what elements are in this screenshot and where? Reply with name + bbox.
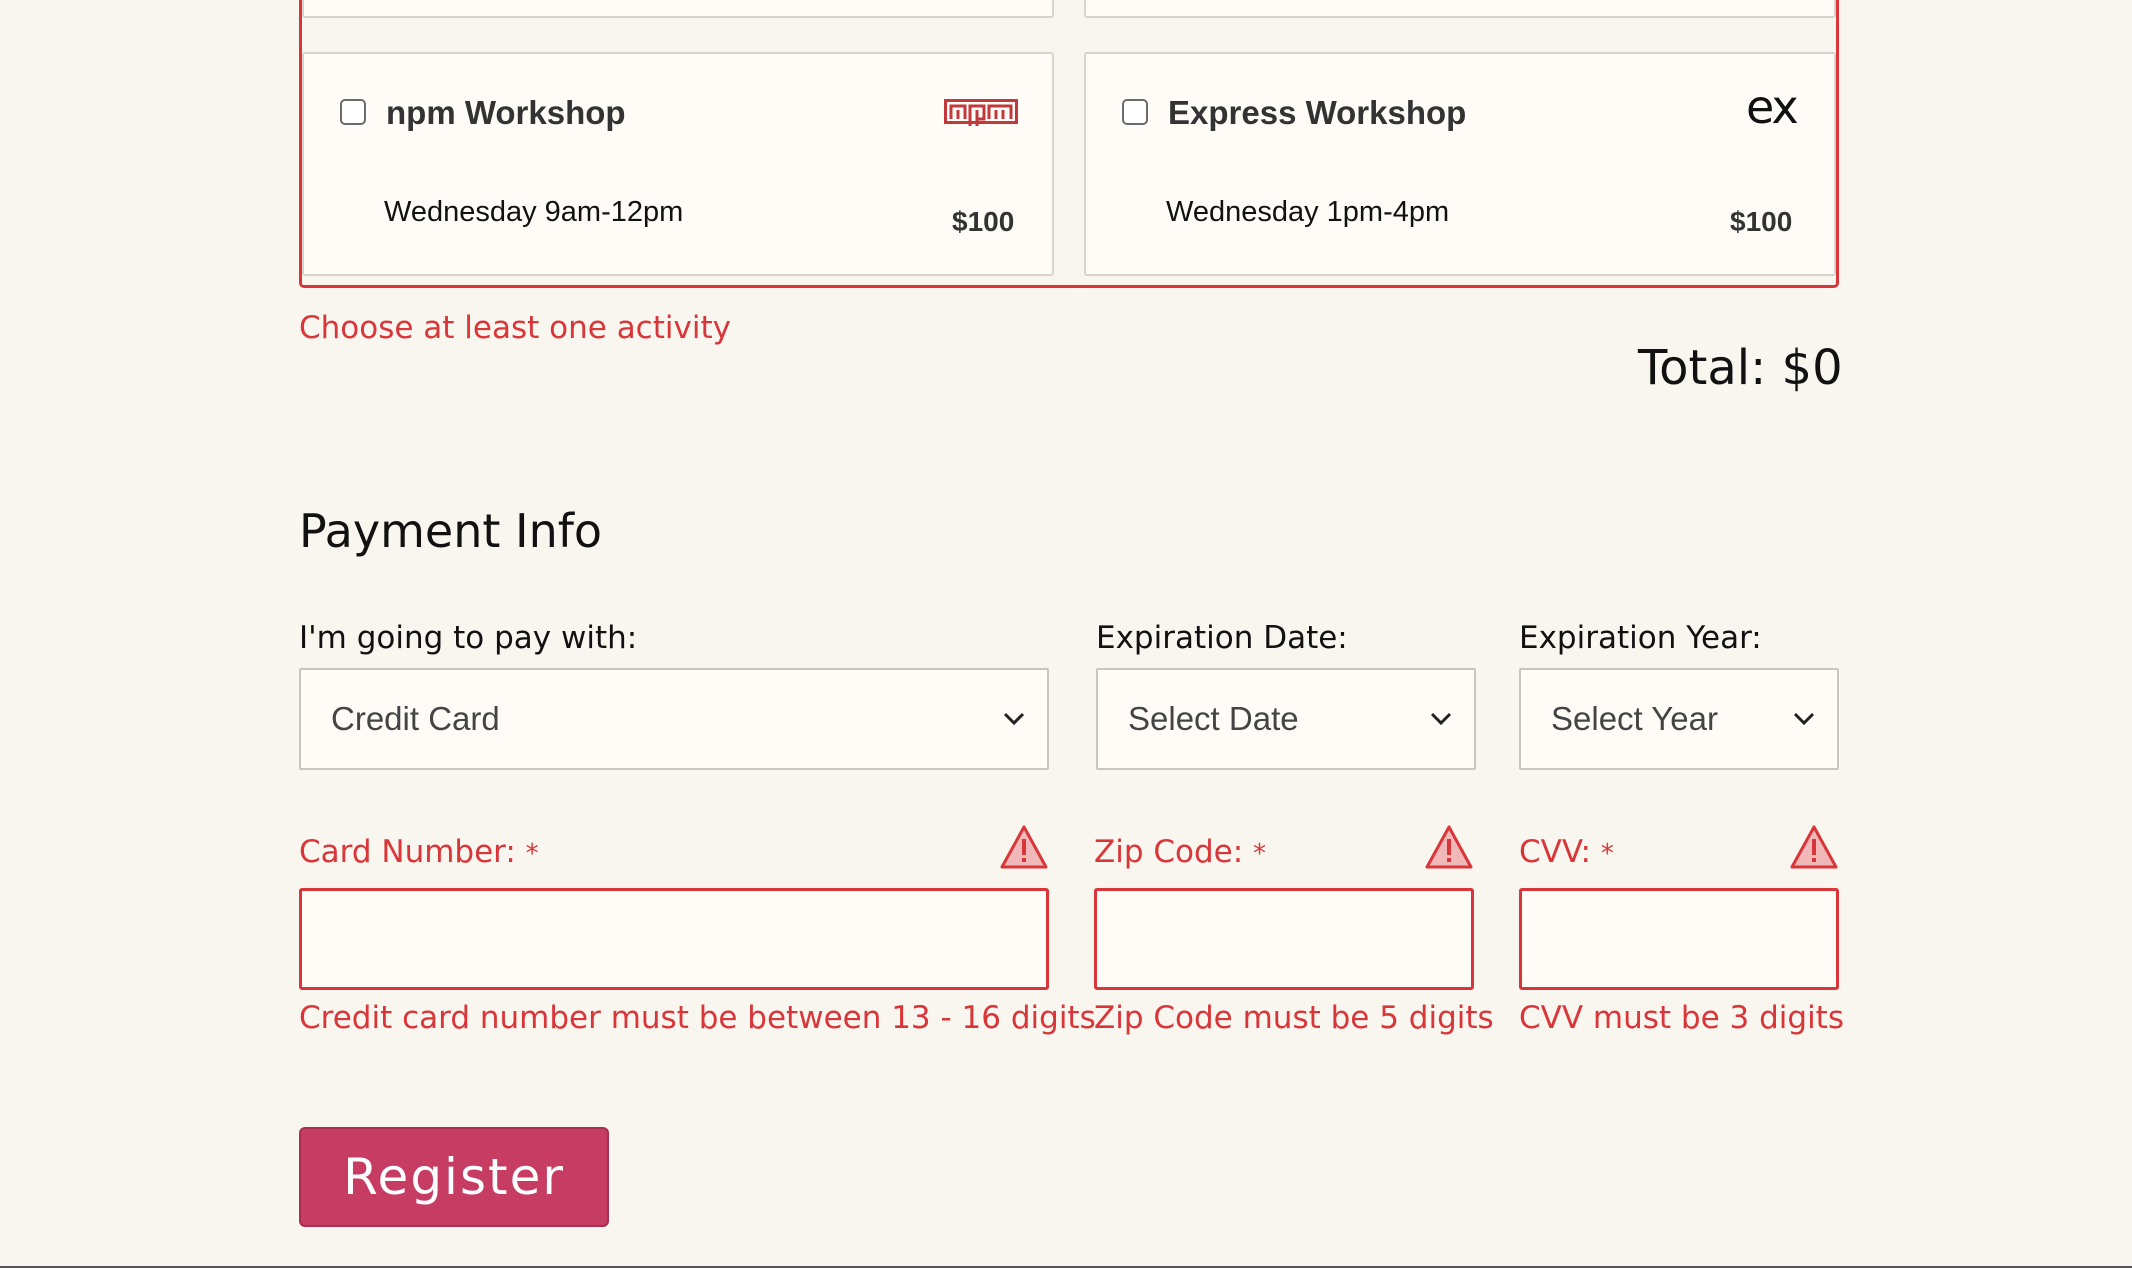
required-asterisk: * [1600,839,1614,869]
express-workshop-checkbox[interactable] [1122,99,1148,125]
activity-time: Wednesday 9am-12pm [384,196,684,228]
payment-method-select[interactable]: Credit Card [299,668,1049,770]
warning-icon [1425,825,1473,869]
activity-card-previous [1084,0,1836,18]
required-asterisk: * [1253,839,1267,869]
warning-icon [1000,825,1048,869]
activity-time: Wednesday 1pm-4pm [1166,196,1450,228]
exp-date-value: Select Date [1128,700,1299,737]
card-number-input[interactable] [299,888,1049,990]
exp-year-label: Expiration Year: [1519,620,1762,656]
zip-code-label: Zip Code: * [1094,834,1266,870]
activity-card-npm[interactable]: npm Workshop Wednesday 9am-12pm $100 [302,52,1054,276]
chevron-down-icon [1430,712,1452,726]
payment-method-value: Credit Card [331,700,500,737]
cvv-label-text: CVV: [1519,834,1591,870]
npm-workshop-checkbox[interactable] [340,99,366,125]
required-asterisk: * [525,839,539,869]
zip-code-error: Zip Code must be 5 digits [1094,1000,1494,1036]
exp-year-select[interactable]: Select Year [1519,668,1839,770]
cvv-input[interactable] [1519,888,1839,990]
activities-error-message: Choose at least one activity [299,310,731,346]
payment-method-label: I'm going to pay with: [299,620,638,656]
chevron-down-icon [1793,712,1815,726]
npm-logo-icon [944,99,1018,126]
zip-code-input[interactable] [1094,888,1474,990]
activity-title: npm Workshop [386,94,626,131]
cvv-label: CVV: * [1519,834,1614,870]
chevron-down-icon [1003,712,1025,726]
cvv-error: CVV must be 3 digits [1519,1000,1844,1036]
card-number-label: Card Number: * [299,834,539,870]
express-logo-icon: ex [1746,80,1799,134]
activities-fieldset: npm Workshop Wednesday 9am-12pm $100 Exp… [299,0,1839,288]
exp-year-value: Select Year [1551,700,1718,737]
card-number-label-text: Card Number: [299,834,516,870]
warning-icon [1790,825,1838,869]
zip-code-label-text: Zip Code: [1094,834,1244,870]
exp-date-label: Expiration Date: [1096,620,1348,656]
activity-price: $100 [1730,206,1793,237]
total-cost: Total: $0 [1638,340,1843,396]
register-button[interactable]: Register [299,1127,609,1227]
activity-card-express[interactable]: Express Workshop ex Wednesday 1pm-4pm $1… [1084,52,1836,276]
exp-date-select[interactable]: Select Date [1096,668,1476,770]
card-number-error: Credit card number must be between 13 - … [299,1000,1096,1036]
activity-card-previous [302,0,1054,18]
payment-section-title: Payment Info [299,504,603,558]
activity-price: $100 [952,206,1015,237]
activity-title: Express Workshop [1168,94,1467,131]
